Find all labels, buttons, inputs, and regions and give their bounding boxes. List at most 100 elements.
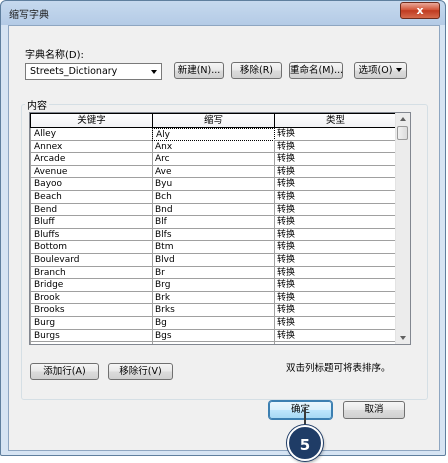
type-cell[interactable]: 转换 <box>274 165 397 179</box>
abbreviation-cell[interactable]: Anx <box>152 140 275 154</box>
cancel-button[interactable]: 取消 <box>343 401 405 419</box>
options-button-label: 选项(O) <box>358 65 393 76</box>
abbreviation-cell[interactable]: Aly <box>152 128 275 141</box>
abbreviation-table[interactable]: 关键字 缩写 类型 Alley Aly 转换 Annex Anx 转换 Arcade Arc 转… <box>29 112 411 345</box>
table-row[interactable]: Bridge Brg 转换 <box>30 279 397 292</box>
keyword-cell[interactable]: Bluffs <box>30 228 153 242</box>
remove-button[interactable]: 移除(R) <box>231 62 282 79</box>
keyword-cell[interactable]: Burgs <box>30 329 153 343</box>
abbreviation-cell[interactable]: Blfs <box>152 228 275 242</box>
table-row[interactable]: Brooks Brks 转换 <box>30 304 397 317</box>
table-vertical-scrollbar[interactable] <box>395 113 410 344</box>
keyword-cell[interactable]: Bend <box>30 203 153 217</box>
table-row[interactable]: Avenue Ave 转换 <box>30 165 397 179</box>
close-button[interactable]: x <box>400 2 440 19</box>
type-cell[interactable] <box>274 342 397 344</box>
keyword-cell[interactable]: Burg <box>30 317 153 330</box>
remove-row-button[interactable]: 移除行(V) <box>108 363 173 380</box>
abbreviation-cell[interactable]: Ave <box>152 165 275 179</box>
keyword-cell[interactable]: Bluff <box>30 216 153 229</box>
chevron-down-icon <box>396 68 403 72</box>
keyword-cell[interactable]: Boulevard <box>30 254 153 267</box>
abbreviation-cell[interactable] <box>152 342 275 344</box>
abbreviation-cell[interactable]: Brg <box>152 279 275 292</box>
dictionary-dropdown[interactable]: Streets_Dictionary <box>25 63 162 80</box>
type-cell[interactable]: 转换 <box>274 279 397 292</box>
table-row[interactable]: Bluff Blf 转换 <box>30 216 397 229</box>
table-row[interactable]: Boulevard Blvd 转换 <box>30 254 397 267</box>
abbreviation-cell[interactable]: Bch <box>152 191 275 204</box>
keyword-cell[interactable]: Brook <box>30 291 153 305</box>
keyword-cell[interactable]: Bridge <box>30 279 153 292</box>
table-row[interactable]: Bend Bnd 转换 <box>30 203 397 217</box>
keyword-cell[interactable]: Bottom <box>30 241 153 254</box>
keyword-cell[interactable]: Alley <box>30 128 153 141</box>
keyword-cell[interactable] <box>30 342 153 344</box>
type-cell[interactable]: 转换 <box>274 304 397 317</box>
add-row-button[interactable]: 添加行(A) <box>30 363 99 380</box>
table-row[interactable]: Brook Brk 转换 <box>30 291 397 305</box>
abbreviation-cell[interactable]: Blvd <box>152 254 275 267</box>
type-cell[interactable]: 转换 <box>274 216 397 229</box>
table-row[interactable]: Bottom Btm 转换 <box>30 241 397 254</box>
sort-hint-text: 双击列标题可将表排序。 <box>286 363 391 374</box>
scroll-down-arrow-icon[interactable] <box>400 336 406 340</box>
keyword-cell[interactable]: Bayoo <box>30 178 153 191</box>
table-row[interactable]: Burg Bg 转换 <box>30 317 397 330</box>
ok-button[interactable]: 确定 <box>269 401 332 419</box>
table-row[interactable]: Branch Br 转换 <box>30 266 397 280</box>
type-cell[interactable]: 转换 <box>274 153 397 166</box>
abbreviation-cell[interactable]: Brk <box>152 291 275 305</box>
keyword-cell[interactable]: Brooks <box>30 304 153 317</box>
type-cell[interactable]: 转换 <box>274 266 397 280</box>
type-cell[interactable]: 转换 <box>274 191 397 204</box>
type-cell[interactable]: 转换 <box>274 254 397 267</box>
abbreviation-cell[interactable]: Btm <box>152 241 275 254</box>
window-title: 缩写字典 <box>9 10 49 21</box>
type-cell[interactable]: 转换 <box>274 203 397 217</box>
type-cell[interactable]: 转换 <box>274 128 397 141</box>
type-cell[interactable]: 转换 <box>274 178 397 191</box>
table-row[interactable]: Bayoo Byu 转换 <box>30 178 397 191</box>
options-button[interactable]: 选项(O) <box>354 62 407 79</box>
keyword-cell[interactable]: Arcade <box>30 153 153 166</box>
dictionary-name-label: 字典名称(D): <box>25 50 84 61</box>
type-cell[interactable]: 转换 <box>274 140 397 154</box>
table-row[interactable]: Alley Aly 转换 <box>30 128 397 141</box>
keyword-cell[interactable]: Beach <box>30 191 153 204</box>
column-header-type[interactable]: 类型 <box>274 113 397 128</box>
abbreviation-cell[interactable]: Arc <box>152 153 275 166</box>
type-cell[interactable]: 转换 <box>274 241 397 254</box>
keyword-cell[interactable]: Avenue <box>30 165 153 179</box>
scrollbar-thumb[interactable] <box>397 126 408 140</box>
abbreviation-cell[interactable]: Blf <box>152 216 275 229</box>
keyword-cell[interactable]: Annex <box>30 140 153 154</box>
abbreviation-cell[interactable]: Br <box>152 266 275 280</box>
new-button[interactable]: 新建(N)... <box>174 62 224 79</box>
table-row[interactable]: Bluffs Blfs 转换 <box>30 228 397 242</box>
content-group-label: 内容 <box>25 97 49 112</box>
abbreviation-cell[interactable]: Bnd <box>152 203 275 217</box>
column-header-abbreviation[interactable]: 缩写 <box>152 113 275 128</box>
table-row[interactable]: Beach Bch 转换 <box>30 191 397 204</box>
chevron-down-icon <box>151 70 157 74</box>
keyword-cell[interactable]: Branch <box>30 266 153 280</box>
table-row[interactable]: Annex Anx 转换 <box>30 140 397 154</box>
type-cell[interactable]: 转换 <box>274 291 397 305</box>
abbreviation-cell[interactable]: Bg <box>152 317 275 330</box>
table-row[interactable] <box>30 342 397 344</box>
abbreviation-cell[interactable]: Brks <box>152 304 275 317</box>
abbreviation-cell[interactable]: Bgs <box>152 329 275 343</box>
dialog-client-area: 字典名称(D): Streets_Dictionary 新建(N)... 移除(… <box>8 25 440 451</box>
column-header-keyword[interactable]: 关键字 <box>30 113 153 128</box>
table-row[interactable]: Burgs Bgs 转换 <box>30 329 397 343</box>
type-cell[interactable]: 转换 <box>274 317 397 330</box>
rename-button[interactable]: 重命名(M)... <box>289 62 343 79</box>
scroll-up-arrow-icon[interactable] <box>400 117 406 121</box>
abbreviation-cell[interactable]: Byu <box>152 178 275 191</box>
dialog-window: 缩写字典 x 字典名称(D): Streets_Dictionary 新建(N)… <box>0 0 446 456</box>
type-cell[interactable]: 转换 <box>274 228 397 242</box>
type-cell[interactable]: 转换 <box>274 329 397 343</box>
table-row[interactable]: Arcade Arc 转换 <box>30 153 397 166</box>
title-bar[interactable]: 缩写字典 x <box>1 1 445 25</box>
